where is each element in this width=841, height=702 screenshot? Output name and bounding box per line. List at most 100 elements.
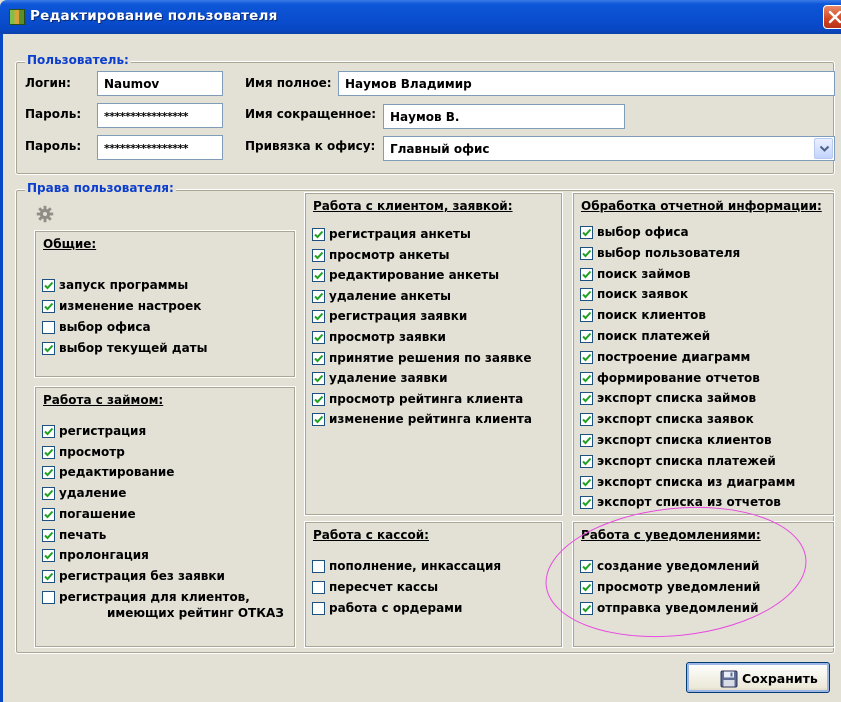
checkbox-label: формирование отчетов xyxy=(597,370,760,385)
check-mark-icon xyxy=(582,395,592,403)
checkbox-checked[interactable] xyxy=(312,228,325,241)
check-mark-icon xyxy=(44,281,54,290)
check-mark-icon xyxy=(314,251,324,260)
app-icon xyxy=(9,9,25,25)
password-input[interactable]: **************** xyxy=(97,103,223,128)
checkbox-checked[interactable] xyxy=(312,392,325,406)
checkbox-checked[interactable] xyxy=(580,434,593,447)
checkbox-label: экспорт списка платежей xyxy=(597,453,776,468)
reports-panel: Обработка отчетной информации: выбор офис… xyxy=(572,192,835,516)
checkbox-checked[interactable] xyxy=(580,330,593,343)
check-mark-icon xyxy=(314,375,324,383)
shortname-input[interactable]: Наумов В. xyxy=(383,104,625,129)
save-button-label: Сохранить xyxy=(742,671,818,686)
checkbox-label: выбор офиса xyxy=(597,225,689,239)
check-mark-icon xyxy=(582,291,592,299)
checkbox-checked[interactable] xyxy=(580,267,593,281)
checkbox-label: выбор текущей даты xyxy=(59,341,208,355)
checkbox-checked[interactable] xyxy=(42,549,55,563)
checkbox-checked[interactable] xyxy=(312,413,325,427)
checkbox-checked[interactable] xyxy=(580,475,593,489)
check-mark-icon xyxy=(582,374,592,383)
check-mark-icon xyxy=(582,499,592,507)
chevron-down-icon xyxy=(819,145,830,152)
checkbox-checked[interactable] xyxy=(312,289,325,303)
checkbox-checked[interactable] xyxy=(312,310,325,324)
checkbox-label: просмотр анкеты xyxy=(329,247,450,262)
check-mark-icon xyxy=(582,270,592,279)
check-mark-icon xyxy=(582,457,592,466)
checkbox-unchecked[interactable] xyxy=(312,581,325,594)
checkbox-checked[interactable] xyxy=(580,246,593,260)
checkbox-checked[interactable] xyxy=(580,226,593,239)
office-select[interactable]: Главный офис xyxy=(383,136,835,161)
checkbox-checked[interactable] xyxy=(580,392,593,406)
checkbox-checked[interactable] xyxy=(42,528,55,542)
checkbox-unchecked[interactable] xyxy=(312,602,325,615)
check-mark-icon xyxy=(314,292,324,301)
password-confirm-input[interactable]: **************** xyxy=(97,135,223,160)
checkbox-checked[interactable] xyxy=(580,413,593,427)
checkbox-checked[interactable] xyxy=(42,300,55,313)
checkbox-unchecked[interactable] xyxy=(42,321,55,334)
close-button[interactable] xyxy=(823,5,841,29)
cash-panel-title: Работа с кассой: xyxy=(313,528,429,542)
checkbox-label: изменение настроек xyxy=(59,299,202,313)
checkbox-label: удаление анкеты xyxy=(329,288,452,303)
title-bar: Редактирование пользователя xyxy=(0,0,841,34)
check-mark-icon xyxy=(44,302,54,311)
check-mark-icon xyxy=(44,531,54,539)
checkbox-checked[interactable] xyxy=(312,372,325,386)
check-mark-icon xyxy=(582,353,592,362)
checkbox-checked[interactable] xyxy=(42,466,55,480)
office-select-value: Главный офис xyxy=(390,142,490,156)
checkbox-checked[interactable] xyxy=(312,331,325,344)
checkbox-label: просмотр рейтинга клиента xyxy=(329,391,524,406)
checkbox-label: пересчет кассы xyxy=(329,580,439,594)
checkbox-checked[interactable] xyxy=(42,425,55,438)
checkbox-checked[interactable] xyxy=(312,248,325,262)
checkbox-checked[interactable] xyxy=(42,507,55,521)
checkbox-checked[interactable] xyxy=(580,350,593,364)
checkbox-checked[interactable] xyxy=(312,351,325,365)
checkbox-unchecked[interactable] xyxy=(42,590,55,604)
checkbox-label: построение диаграмм xyxy=(597,349,751,364)
checkbox-checked[interactable] xyxy=(580,496,593,510)
rights-group-legend: Права пользователя: xyxy=(25,181,176,195)
checkbox-checked[interactable] xyxy=(42,487,55,501)
close-icon xyxy=(828,10,841,24)
general-panel: Общие: запуск программы изменение настроек… xyxy=(34,230,296,378)
office-dropdown-button[interactable] xyxy=(814,138,833,159)
password-confirm-label: Пароль: xyxy=(25,139,82,153)
check-mark-icon xyxy=(582,436,592,445)
checkbox-checked[interactable] xyxy=(42,342,55,355)
checkbox-checked[interactable] xyxy=(42,445,55,459)
check-mark-icon xyxy=(314,313,324,321)
checkbox-label: пролонгация xyxy=(59,548,149,563)
save-button[interactable]: Сохранить xyxy=(686,662,830,693)
checkbox-label: просмотр xyxy=(59,444,125,459)
checkbox-checked[interactable] xyxy=(42,569,55,583)
checkbox-label: работа с ордерами xyxy=(329,601,463,615)
checkbox-checked[interactable] xyxy=(580,454,593,468)
checkbox-checked[interactable] xyxy=(580,309,593,323)
checkbox-label: запуск программы xyxy=(59,278,189,292)
check-mark-icon xyxy=(44,510,54,519)
checkbox-checked[interactable] xyxy=(580,371,593,385)
check-mark-icon xyxy=(44,448,54,457)
checkbox-checked[interactable] xyxy=(42,279,55,292)
checkbox-label: просмотр заявки xyxy=(329,330,446,344)
login-label: Логин: xyxy=(25,76,71,90)
checkbox-checked[interactable] xyxy=(580,288,593,302)
check-mark-icon xyxy=(582,416,592,424)
checkbox-label: выбор пользователя xyxy=(597,245,741,260)
login-input[interactable]: Naumov xyxy=(97,71,223,96)
fullname-input[interactable]: Наумов Владимир xyxy=(338,71,835,96)
checkbox-checked[interactable] xyxy=(312,269,325,283)
check-mark-icon xyxy=(582,249,592,258)
checkbox-label: регистрация для клиентов, xyxy=(59,589,250,604)
checkbox-label: экспорт списка займов xyxy=(597,391,757,406)
floppy-disk-icon xyxy=(720,670,738,688)
checkbox-unchecked[interactable] xyxy=(312,560,325,573)
check-mark-icon xyxy=(314,395,324,404)
